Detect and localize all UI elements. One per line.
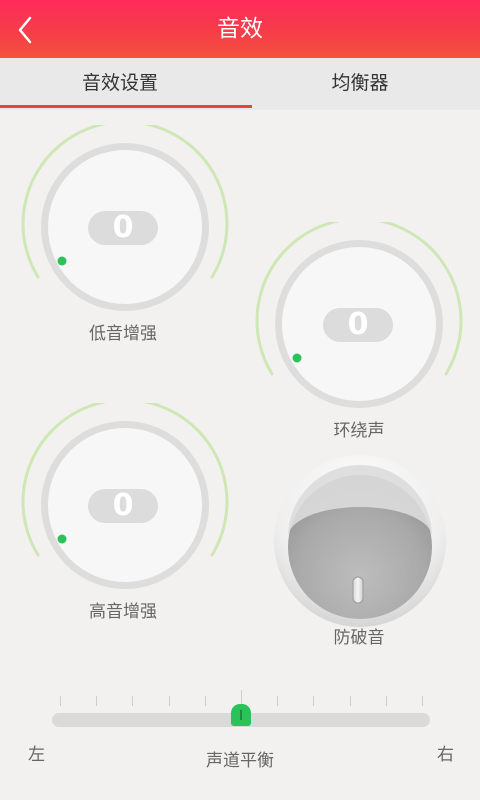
surround-label: 环绕声: [333, 421, 385, 441]
bass-boost-knob[interactable]: 0: [20, 125, 230, 315]
balance-left-label: 左: [28, 745, 45, 765]
balance-right-label: 右: [437, 745, 454, 765]
balance-label: 声道平衡: [206, 751, 274, 771]
tab-sound-settings[interactable]: 音效设置: [0, 58, 240, 110]
scale-tick: [60, 696, 61, 706]
bass-boost-value: 0: [88, 211, 158, 245]
treble-boost-label: 高音增强: [89, 602, 157, 622]
knob-position-dot: [57, 534, 67, 544]
active-tab-indicator: [0, 105, 252, 108]
treble-boost-knob[interactable]: 0: [20, 403, 230, 593]
scale-tick: [350, 696, 351, 706]
anti-pop-knob[interactable]: [272, 453, 448, 629]
balance-slider-thumb[interactable]: [231, 704, 251, 726]
app-header: 音效: [0, 0, 480, 58]
surround-value: 0: [323, 308, 393, 342]
treble-boost-value: 0: [88, 489, 158, 523]
anti-pop-label: 防破音: [333, 628, 385, 648]
scale-tick: [422, 696, 423, 706]
page-title: 音效: [217, 16, 263, 42]
scale-tick: [277, 696, 278, 706]
scale-tick: [386, 696, 387, 706]
tab-equalizer[interactable]: 均衡器: [240, 58, 480, 110]
scale-tick: [313, 696, 314, 706]
tab-bar: 音效设置 均衡器: [0, 58, 480, 110]
knob-position-dot: [292, 353, 302, 363]
knob-position-dot: [57, 256, 67, 266]
scale-tick: [96, 696, 97, 706]
balance-slider-track[interactable]: [52, 704, 430, 727]
scale-tick: [205, 696, 206, 706]
bass-boost-label: 低音增强: [89, 324, 157, 344]
scale-tick: [132, 696, 133, 706]
anti-pop-lever: [352, 576, 364, 604]
surround-knob[interactable]: 0: [254, 222, 464, 412]
scale-tick: [169, 696, 170, 706]
